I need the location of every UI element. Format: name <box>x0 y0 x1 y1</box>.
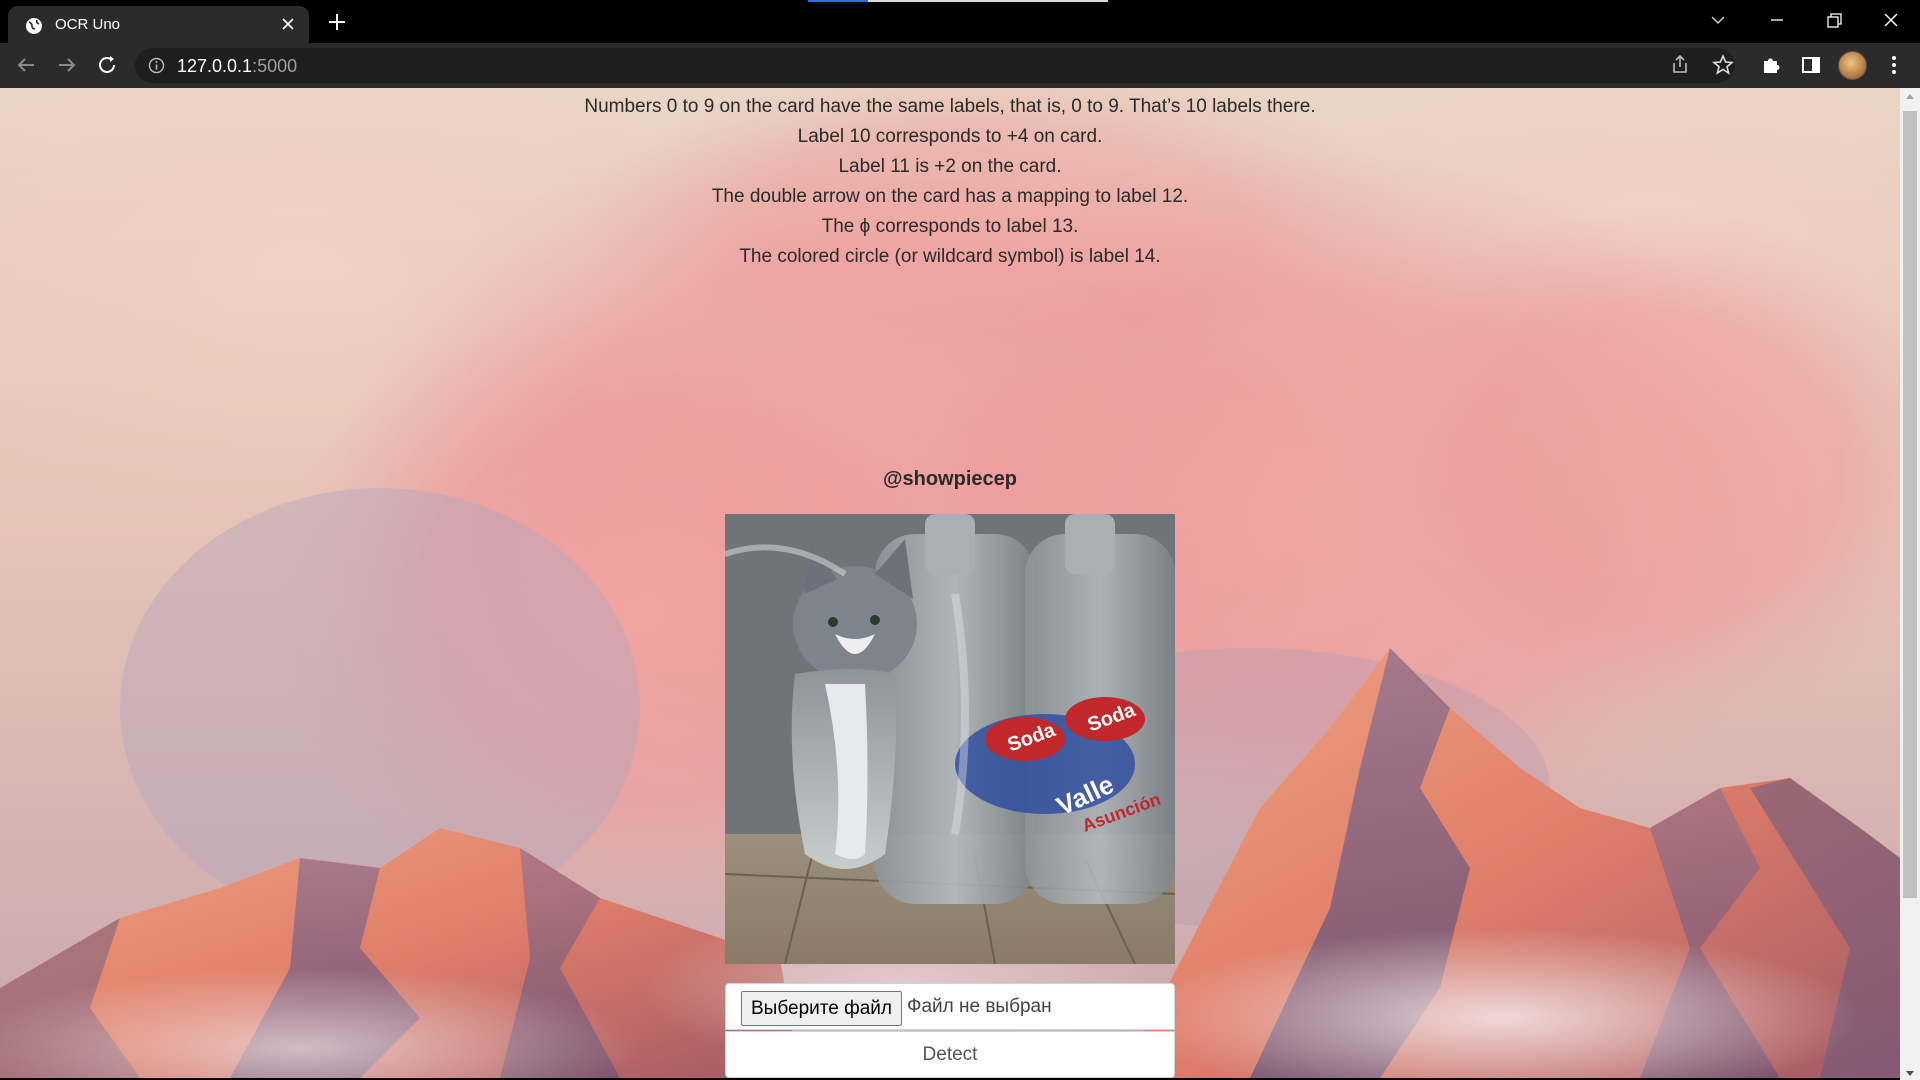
url-host: 127.0.0.1 <box>177 56 253 76</box>
url-text: 127.0.0.1:5000 <box>177 56 297 77</box>
file-input[interactable]: Выберите файл Файл не выбран <box>725 983 1175 1030</box>
scrollbar-thumb[interactable] <box>1903 111 1917 898</box>
browser-title-bar: OCR Uno <box>0 0 1920 43</box>
page-viewport: Numbers 0 to 9 on the card have the same… <box>0 88 1900 1078</box>
minimize-icon[interactable] <box>1762 6 1792 34</box>
plus-icon[interactable] <box>325 10 349 34</box>
side-panel-icon[interactable] <box>1797 51 1825 79</box>
cat-with-soda-bottles-photo: Soda Soda Valle Asunción <box>725 514 1175 964</box>
label-instructions: Numbers 0 to 9 on the card have the same… <box>0 88 1900 272</box>
info-icon[interactable] <box>148 57 165 74</box>
globe-icon <box>26 18 42 34</box>
instruction-line: Numbers 0 to 9 on the card have the same… <box>584 96 1316 117</box>
instruction-line: The colored circle (or wildcard symbol) … <box>739 246 1161 267</box>
scroll-up-arrow-icon[interactable] <box>1906 94 1914 99</box>
reload-icon[interactable] <box>93 51 121 79</box>
window-close-icon[interactable] <box>1876 6 1906 34</box>
back-arrow-icon[interactable] <box>12 51 40 79</box>
instruction-line: The double arrow on the card has a mappi… <box>711 186 1189 207</box>
detect-button[interactable]: Detect <box>725 1031 1175 1078</box>
url-port: :5000 <box>252 56 298 76</box>
browser-tab[interactable]: OCR Uno <box>8 6 309 43</box>
scroll-down-arrow-icon[interactable] <box>1906 1071 1914 1076</box>
restore-icon[interactable] <box>1819 6 1849 34</box>
close-icon[interactable] <box>279 15 297 33</box>
address-bar[interactable]: 127.0.0.1:5000 <box>135 48 1735 83</box>
author-handle: @showpiecep <box>883 468 1017 490</box>
kebab-menu-icon[interactable] <box>1880 51 1908 79</box>
chevron-down-icon[interactable] <box>1703 6 1733 34</box>
vertical-scrollbar[interactable] <box>1900 88 1920 1080</box>
puzzle-icon[interactable] <box>1757 51 1785 79</box>
forward-arrow-icon[interactable] <box>53 51 81 79</box>
instruction-line: Label 10 corresponds to +4 on card. <box>797 126 1103 147</box>
tab-loading-indicator <box>808 0 1108 2</box>
uploaded-image-preview: Soda Soda Valle Asunción <box>725 514 1175 964</box>
file-status-text: Файл не выбран <box>907 996 1052 1017</box>
choose-file-button[interactable]: Выберите файл <box>741 991 902 1026</box>
avatar[interactable] <box>1838 51 1867 80</box>
instruction-line: Label 11 is +2 on the card. <box>838 156 1062 177</box>
star-icon[interactable] <box>1709 51 1737 79</box>
share-icon[interactable] <box>1666 51 1694 79</box>
browser-toolbar: 127.0.0.1:5000 <box>0 43 1920 88</box>
instruction-line: The ϕ corresponds to label 13. <box>821 216 1079 237</box>
tab-title: OCR Uno <box>55 16 121 33</box>
